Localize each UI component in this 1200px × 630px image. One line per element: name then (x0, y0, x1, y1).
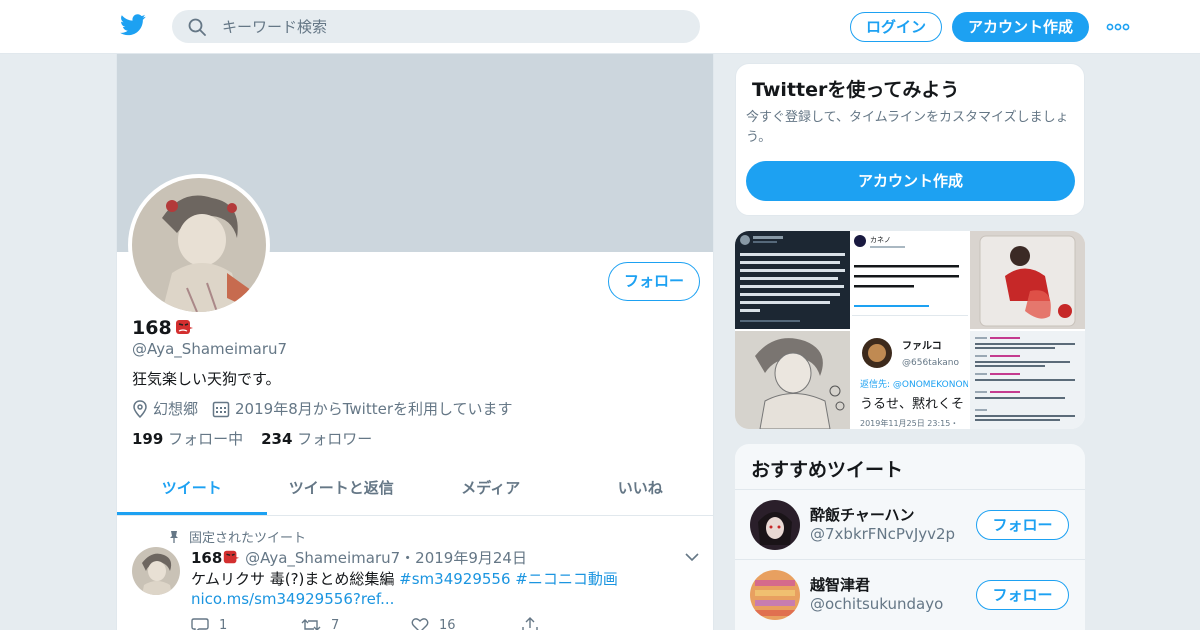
following-count: 199 (132, 430, 164, 448)
profile-avatar[interactable] (128, 174, 270, 316)
media-thumbnail-grid: カネノ ファルコ @656takano 返信先: @ONOMEKONON うるせ… (735, 231, 1085, 429)
media-thumb-dark-tweet[interactable] (735, 231, 850, 329)
profile-handle: @Aya_Shameimaru7 (132, 340, 288, 358)
like-count: 16 (439, 617, 456, 630)
search-icon (188, 18, 206, 36)
media-thumb-image: ファルコ @656takano 返信先: @ONOMEKONON うるせ、黙れく… (860, 338, 968, 428)
tweet-text: ケムリクサ 毒(?)まとめ総集編 #sm34929556 #ニコニコ動画 nic… (191, 569, 691, 609)
media-thumb-drawing[interactable] (735, 331, 850, 429)
media-thumb-list-screenshot[interactable] (970, 331, 1085, 429)
like-action[interactable]: 16 (411, 617, 521, 630)
reply-action[interactable]: 1 (191, 617, 301, 630)
media-thumb-image (740, 235, 845, 322)
location-icon (133, 399, 147, 418)
reply-icon (191, 618, 209, 630)
profile-bio: 狂気楽しい天狗です。 (132, 370, 281, 388)
recommended-follow-button[interactable]: フォロー (976, 580, 1069, 610)
tweet-actions: 1 7 16 (191, 617, 631, 630)
following-label: フォロー中 (168, 430, 244, 448)
search-box[interactable] (172, 10, 700, 43)
tab-likes[interactable]: いいね (566, 464, 714, 515)
thumb-reply-text: うるせ、黙れくそ (860, 397, 964, 412)
retweet-icon (301, 619, 321, 630)
media-thumb-white-tweet[interactable]: カネノ (852, 231, 968, 329)
pinned-indicator: 固定されたツイート (169, 527, 306, 546)
signup-button[interactable]: アカウント作成 (952, 12, 1089, 42)
tweet-avatar[interactable] (132, 547, 180, 595)
more-options-icon[interactable] (1106, 17, 1130, 37)
follow-button[interactable]: フォロー (608, 262, 700, 301)
heart-icon (411, 618, 429, 630)
recommended-title: おすすめツイート (751, 459, 904, 481)
signup-card-button[interactable]: アカウント作成 (746, 161, 1075, 201)
avatar-drawing (132, 178, 266, 312)
pinned-label: 固定されたツイート (189, 531, 307, 546)
thumb-reply-handle: @656takano (902, 358, 959, 368)
recommended-avatar[interactable] (750, 500, 800, 550)
tengu-mask-icon (224, 550, 240, 564)
profile-tabs: ツイート ツイートと返信 メディア いいね (117, 464, 714, 516)
recommended-name[interactable]: 越智津君 (810, 574, 870, 595)
tweet-link[interactable]: nico.ms/sm34929556?ref... (191, 590, 394, 608)
following-link[interactable]: 199 フォロー中 (132, 430, 243, 448)
retweet-action[interactable]: 7 (301, 617, 411, 630)
thumb-author: カネノ (870, 236, 891, 244)
media-thumb-reply-tweet[interactable]: ファルコ @656takano 返信先: @ONOMEKONON うるせ、黙れく… (852, 331, 968, 429)
profile-location: 幻想郷 (153, 400, 199, 418)
twitter-logo-icon[interactable] (120, 14, 146, 36)
tweet-hashtag[interactable]: #sm34929556 (399, 570, 510, 588)
recommended-handle: @7xbkrFNcPvJyv2p (810, 525, 956, 543)
tweet-header: 168 @Aya_Shameimaru7・2019年9月24日 (191, 547, 527, 568)
media-thumb-image (970, 231, 1085, 329)
search-input[interactable] (222, 10, 682, 43)
recommended-avatar-image (750, 500, 800, 550)
profile-joined-date: 2019年8月からTwitterを利用しています (235, 400, 513, 418)
share-action[interactable] (521, 617, 631, 630)
followers-label: フォロワー (297, 430, 373, 448)
pin-icon (170, 530, 178, 543)
profile-name: 168 (132, 317, 194, 339)
signup-card-description: 今すぐ登録して、タイムラインをカスタマイズしましょう。 (746, 110, 1069, 145)
top-navigation-bar: ログイン アカウント作成 (0, 0, 1200, 54)
recommended-follow-button[interactable]: フォロー (976, 510, 1069, 540)
recommended-accounts: おすすめツイート 酔飯チャーハン @7xbkrFNcPvJyv2p フォロー 越… (735, 444, 1085, 630)
signup-card: Twitterを使ってみよう 今すぐ登録して、タイムラインをカスタマイズしましょ… (735, 63, 1085, 216)
profile-stats: 199 フォロー中 234 フォロワー (132, 428, 372, 449)
login-button[interactable]: ログイン (850, 12, 942, 42)
tweet-avatar-drawing (132, 547, 180, 595)
followers-count: 234 (261, 430, 293, 448)
media-thumb-image (735, 331, 850, 429)
retweet-count: 7 (331, 617, 340, 630)
tweet-body: ケムリクサ 毒(?)まとめ総集編 (191, 570, 400, 588)
profile-meta: 幻想郷 2019年8月からTwitterを利用しています (132, 398, 513, 419)
tweet-handle-date[interactable]: @Aya_Shameimaru7・2019年9月24日 (245, 549, 527, 567)
tab-media[interactable]: メディア (416, 464, 566, 515)
media-thumb-image (970, 331, 1085, 429)
recommended-avatar-image (750, 570, 800, 620)
followers-link[interactable]: 234 フォロワー (261, 430, 372, 448)
profile-name-text: 168 (132, 317, 172, 339)
profile-column: フォロー 168 @Aya_Shameimaru7 狂気楽しい天狗です。 幻想郷… (116, 54, 714, 630)
media-thumb-image: カネノ (852, 235, 968, 316)
recommended-name[interactable]: 酔飯チャーハン (810, 504, 915, 525)
recommended-avatar[interactable] (750, 570, 800, 620)
chevron-down-icon[interactable] (684, 549, 700, 565)
tengu-mask-icon (175, 320, 193, 334)
thumb-reply-name: ファルコ (902, 340, 942, 352)
recommended-item[interactable]: 酔飯チャーハン @7xbkrFNcPvJyv2p フォロー (735, 489, 1085, 559)
thumb-reply-date: 2019年11月25日 23:15・ (860, 418, 958, 428)
reply-count: 1 (219, 617, 228, 630)
share-icon (522, 617, 538, 630)
tab-tweets[interactable]: ツイート (117, 464, 267, 515)
tweet-hashtag[interactable]: #ニコニコ動画 (515, 570, 618, 588)
tab-tweets-and-replies[interactable]: ツイートと返信 (267, 464, 417, 515)
tweet-author-name[interactable]: 168 (191, 549, 222, 567)
calendar-icon (212, 401, 230, 417)
thumb-reply-to: 返信先: @ONOMEKONON (860, 378, 968, 390)
media-thumb-figure-photo[interactable] (970, 231, 1085, 329)
recommended-item[interactable]: 越智津君 @ochitsukundayo フォロー (735, 559, 1085, 629)
signup-card-title: Twitterを使ってみよう (752, 79, 960, 101)
recommended-handle: @ochitsukundayo (810, 595, 944, 613)
